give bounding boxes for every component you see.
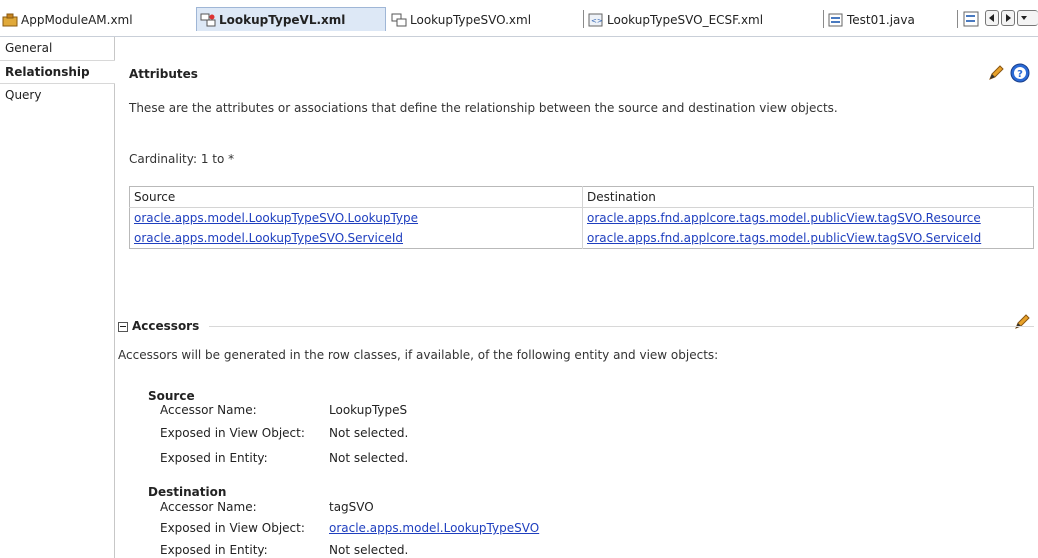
source-accessor-name-label: Accessor Name: (160, 403, 257, 417)
destination-accessor-name-value: tagSVO (329, 500, 374, 514)
scroll-tabs-left-button[interactable] (985, 10, 999, 26)
destination-accessor-heading: Destination (148, 485, 227, 499)
destination-exposed-vo-label: Exposed in View Object: (160, 521, 305, 535)
editor-tab-bar: AppModuleAM.xml LookupTypeVL.xml LookupT… (0, 0, 1038, 37)
accessors-heading-row: Accessors (118, 319, 199, 333)
app-module-icon (2, 13, 18, 27)
tab-separator (583, 10, 584, 28)
column-header-source: Source (129, 186, 583, 208)
tab-test01-java[interactable]: Test01.java (828, 9, 915, 31)
destination-accessor-name-label: Accessor Name: (160, 500, 257, 514)
table-row: oracle.apps.model.LookupTypeSVO.LookupTy… (129, 207, 1034, 228)
xml-file-icon: <> (588, 13, 603, 27)
source-exposed-vo-value: Not selected. (329, 426, 409, 440)
arrow-right-icon (1006, 14, 1011, 22)
tab-lookup-type-vl[interactable]: LookupTypeVL.xml (196, 7, 386, 31)
tab-separator (957, 10, 958, 28)
destination-attribute-link[interactable]: oracle.apps.fnd.applcore.tags.model.publ… (587, 231, 981, 245)
svg-text:<>: <> (591, 17, 603, 25)
java-file-icon (828, 13, 843, 27)
attributes-description: These are the attributes or associations… (129, 101, 838, 115)
table-row: oracle.apps.model.LookupTypeSVO.ServiceI… (129, 228, 1034, 249)
cardinality-label: Cardinality: 1 to * (129, 152, 235, 166)
tab-overflow-button[interactable] (1017, 10, 1038, 26)
attributes-heading: Attributes (129, 67, 198, 81)
destination-attribute-link[interactable]: oracle.apps.fnd.applcore.tags.model.publ… (587, 211, 981, 225)
destination-exposed-vo-value: oracle.apps.model.LookupTypeSVO (329, 521, 539, 535)
destination-exposed-entity-value: Not selected. (329, 543, 409, 557)
tab-list-icon[interactable] (963, 11, 979, 27)
column-header-destination: Destination (582, 186, 1034, 208)
source-exposed-entity-value: Not selected. (329, 451, 409, 465)
source-exposed-vo-label: Exposed in View Object: (160, 426, 305, 440)
nav-item-general[interactable]: General (0, 37, 114, 60)
view-link-icon (200, 13, 216, 26)
nav-item-relationship[interactable]: Relationship (0, 60, 115, 84)
table-header-row: Source Destination (129, 186, 1034, 208)
accessors-description: Accessors will be generated in the row c… (118, 348, 719, 362)
collapse-accessors-icon[interactable] (118, 321, 128, 332)
section-divider (209, 326, 1034, 327)
section-navigator: General Relationship Query (0, 37, 115, 558)
attributes-table: Source Destination oracle.apps.model.Loo… (129, 186, 1034, 249)
relationship-panel: Attributes ? These are the attributes or… (115, 37, 1038, 558)
tab-separator (823, 10, 824, 28)
destination-exposed-entity-label: Exposed in Entity: (160, 543, 268, 557)
svg-text:?: ? (1017, 69, 1023, 80)
scroll-tabs-right-button[interactable] (1001, 10, 1015, 26)
chevron-down-icon (1021, 16, 1027, 20)
tab-lookup-type-svo[interactable]: LookupTypeSVO.xml (391, 9, 531, 31)
tab-lookup-type-svo-ecsf[interactable]: <> LookupTypeSVO_ECSF.xml (588, 9, 763, 31)
arrow-left-icon (989, 14, 994, 22)
source-accessor-name-value: LookupTypeS (329, 403, 408, 417)
edit-accessors-pencil-icon[interactable] (1013, 313, 1031, 331)
exposed-view-object-link[interactable]: oracle.apps.model.LookupTypeSVO (329, 521, 539, 535)
edit-attributes-pencil-icon[interactable] (987, 64, 1005, 82)
source-attribute-link[interactable]: oracle.apps.model.LookupTypeSVO.ServiceI… (134, 231, 403, 245)
view-object-icon (391, 13, 407, 27)
help-icon[interactable]: ? (1010, 63, 1030, 83)
source-attribute-link[interactable]: oracle.apps.model.LookupTypeSVO.LookupTy… (134, 211, 418, 225)
nav-item-query[interactable]: Query (0, 84, 114, 107)
tab-app-module-am[interactable]: AppModuleAM.xml (2, 9, 133, 31)
source-exposed-entity-label: Exposed in Entity: (160, 451, 268, 465)
source-accessor-heading: Source (148, 389, 195, 403)
accessors-heading: Accessors (132, 319, 200, 333)
